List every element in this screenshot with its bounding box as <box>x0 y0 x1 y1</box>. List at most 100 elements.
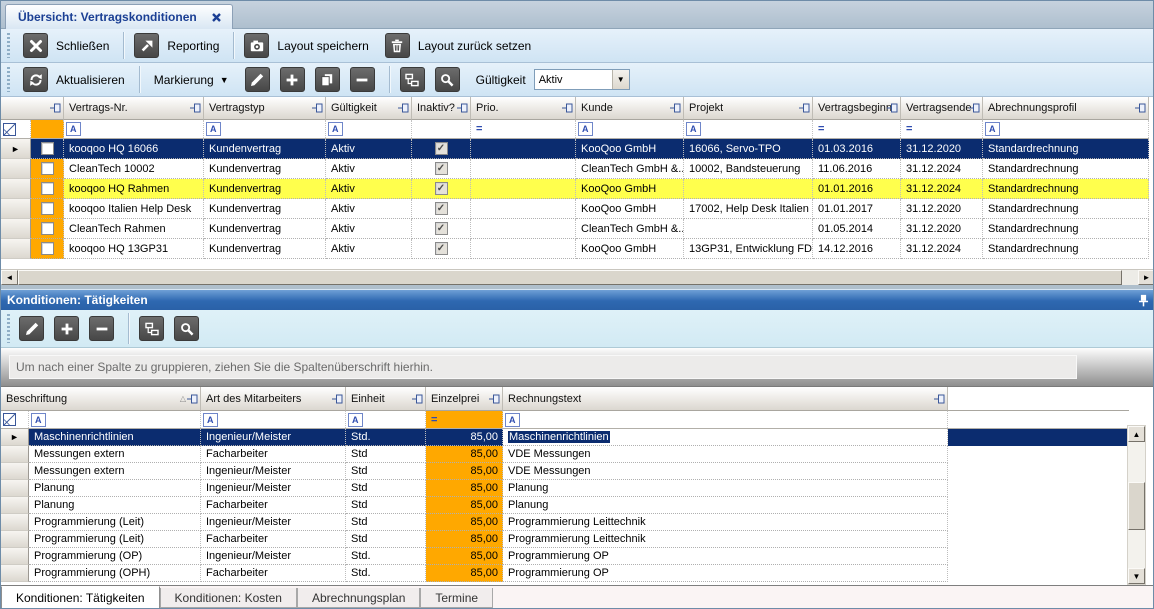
filter-equals-icon[interactable]: = <box>428 414 437 426</box>
search-button[interactable] <box>429 65 470 95</box>
cell-inaktiv[interactable]: ✓ <box>412 179 471 199</box>
delete-button[interactable] <box>344 65 385 95</box>
cell-projekt[interactable]: 13GP31, Entwicklung FD <box>684 239 813 259</box>
filter-type-icon[interactable]: A <box>203 413 218 427</box>
column-header-vertragsende[interactable]: Vertragsende <box>901 97 983 120</box>
column-header-vertragsbeginn[interactable]: Vertragsbeginn <box>813 97 901 120</box>
column-header-kunde[interactable]: Kunde <box>576 97 684 120</box>
cell-vertragstyp[interactable]: Kundenvertrag <box>204 179 326 199</box>
pin-icon[interactable] <box>1138 294 1149 307</box>
cell-gueltigkeit[interactable]: Aktiv <box>326 139 412 159</box>
edit-condition-button[interactable] <box>17 314 48 344</box>
row-select-checkbox[interactable] <box>41 222 54 235</box>
cell-inaktiv[interactable]: ✓ <box>412 159 471 179</box>
cell-inaktiv[interactable]: ✓ <box>412 239 471 259</box>
cell-gueltigkeit[interactable]: Aktiv <box>326 159 412 179</box>
filter-cell-einheit[interactable]: A <box>346 411 426 428</box>
cell-kunde[interactable]: KooQoo GmbH <box>576 199 684 219</box>
cell-vertrags_nr[interactable]: CleanTech 10002 <box>64 159 204 179</box>
scroll-right-button[interactable]: ► <box>1138 270 1154 285</box>
tab-uebersicht-vertragskonditionen[interactable]: Übersicht: Vertragskonditionen <box>5 4 233 29</box>
aktualisieren-button[interactable]: Aktualisieren <box>17 65 135 95</box>
cell-inaktiv[interactable]: ✓ <box>412 139 471 159</box>
filter-type-icon[interactable]: A <box>328 122 343 136</box>
cell-kunde[interactable]: KooQoo GmbH <box>576 179 684 199</box>
row-select-cell[interactable] <box>31 219 64 239</box>
filter-type-icon[interactable]: A <box>686 122 701 136</box>
cell-vertragsende[interactable]: 31.12.2020 <box>901 219 983 239</box>
cell-kunde[interactable]: KooQoo GmbH <box>576 239 684 259</box>
row-indicator[interactable] <box>1 179 31 199</box>
row-select-cell[interactable] <box>31 179 64 199</box>
vertical-scrollbar[interactable]: ▲ ▼ <box>1127 425 1146 585</box>
cell-art[interactable]: Facharbeiter <box>201 531 346 548</box>
filter-type-icon[interactable]: A <box>348 413 363 427</box>
inaktiv-checkbox[interactable]: ✓ <box>435 202 448 215</box>
row-indicator[interactable] <box>1 159 31 179</box>
filter-cell-prio[interactable]: = <box>471 120 576 138</box>
cell-vertragsbeginn[interactable]: 14.12.2016 <box>813 239 901 259</box>
cell-abrechnungsprofil[interactable]: Standardrechnung <box>983 199 1149 219</box>
cell-vertragsende[interactable]: 31.12.2024 <box>901 239 983 259</box>
cell-prio[interactable] <box>471 239 576 259</box>
cell-vertrags_nr[interactable]: kooqoo HQ 13GP31 <box>64 239 204 259</box>
cell-einzelpreis[interactable]: 85,00 <box>426 463 503 480</box>
cell-einzelpreis[interactable]: 85,00 <box>426 497 503 514</box>
row-indicator[interactable] <box>1 446 29 463</box>
group-by-panel[interactable]: Um nach einer Spalte zu gruppieren, zieh… <box>1 348 1154 387</box>
cell-abrechnungsprofil[interactable]: Standardrechnung <box>983 179 1149 199</box>
add-condition-button[interactable] <box>48 314 83 344</box>
tab-termine[interactable]: Termine <box>420 588 493 608</box>
row-select-checkbox[interactable] <box>41 182 54 195</box>
filter-indicator-cell[interactable] <box>1 411 29 428</box>
toolbar-drag-grip[interactable] <box>5 314 14 343</box>
cell-art[interactable]: Ingenieur/Meister <box>201 548 346 565</box>
row-select-cell[interactable] <box>31 239 64 259</box>
column-header-prio[interactable]: Prio. <box>471 97 576 120</box>
cell-rechnungstext[interactable]: Planung <box>503 480 948 497</box>
column-header-rechnungstext[interactable]: Rechnungstext <box>503 387 948 411</box>
filter-type-icon[interactable]: A <box>206 122 221 136</box>
cell-rechnungstext[interactable]: Planung <box>503 497 948 514</box>
row-indicator[interactable]: ► <box>1 139 31 159</box>
filter-cell-rechnungstext[interactable]: A <box>503 411 948 428</box>
cell-rechnungstext[interactable]: VDE Messungen <box>503 463 948 480</box>
row-select-cell[interactable] <box>31 139 64 159</box>
scroll-left-button[interactable]: ◄ <box>1 270 18 285</box>
horizontal-scrollbar[interactable]: ◄ ► <box>1 269 1154 285</box>
cell-projekt[interactable] <box>684 179 813 199</box>
table-row[interactable]: ►MaschinenrichtlinienIngenieur/MeisterSt… <box>1 429 1129 446</box>
cell-art[interactable]: Ingenieur/Meister <box>201 480 346 497</box>
cell-vertragsende[interactable]: 31.12.2020 <box>901 139 983 159</box>
table-row[interactable]: Messungen externFacharbeiterStd85,00VDE … <box>1 446 1129 463</box>
cell-vertragsbeginn[interactable]: 11.06.2016 <box>813 159 901 179</box>
cell-rechnungstext[interactable]: Programmierung OP <box>503 565 948 582</box>
filter-type-icon[interactable]: A <box>578 122 593 136</box>
filter-type-icon[interactable]: A <box>985 122 1000 136</box>
group-button[interactable] <box>394 65 429 95</box>
column-header-projekt[interactable]: Projekt <box>684 97 813 120</box>
cell-einheit[interactable]: Std <box>346 480 426 497</box>
table-row[interactable]: kooqoo Italien Help DeskKundenvertragAkt… <box>1 199 1149 219</box>
cell-rechnungstext[interactable]: Programmierung OP <box>503 548 948 565</box>
filter-equals-icon[interactable]: = <box>903 123 912 135</box>
cell-prio[interactable] <box>471 219 576 239</box>
filter-type-icon[interactable]: A <box>505 413 520 427</box>
cell-beschriftung[interactable]: Programmierung (Leit) <box>29 514 201 531</box>
filter-cell-gueltigkeit[interactable]: A <box>326 120 412 138</box>
cell-vertragstyp[interactable]: Kundenvertrag <box>204 139 326 159</box>
scrollbar-track[interactable] <box>1128 442 1145 482</box>
scrollbar-track[interactable] <box>1122 270 1138 285</box>
table-row[interactable]: PlanungIngenieur/MeisterStd85,00Planung <box>1 480 1129 497</box>
cell-einzelpreis[interactable]: 85,00 <box>426 446 503 463</box>
cell-vertrags_nr[interactable]: kooqoo HQ 16066 <box>64 139 204 159</box>
cell-vertragstyp[interactable]: Kundenvertrag <box>204 159 326 179</box>
cell-rechnungstext[interactable]: Programmierung Leittechnik <box>503 514 948 531</box>
scroll-up-button[interactable]: ▲ <box>1128 426 1145 442</box>
column-header-einheit[interactable]: Einheit <box>346 387 426 411</box>
cell-vertragsbeginn[interactable]: 01.05.2014 <box>813 219 901 239</box>
cell-vertragstyp[interactable]: Kundenvertrag <box>204 219 326 239</box>
cell-beschriftung[interactable]: Programmierung (Leit) <box>29 531 201 548</box>
cell-einheit[interactable]: Std. <box>346 565 426 582</box>
row-indicator[interactable] <box>1 239 31 259</box>
